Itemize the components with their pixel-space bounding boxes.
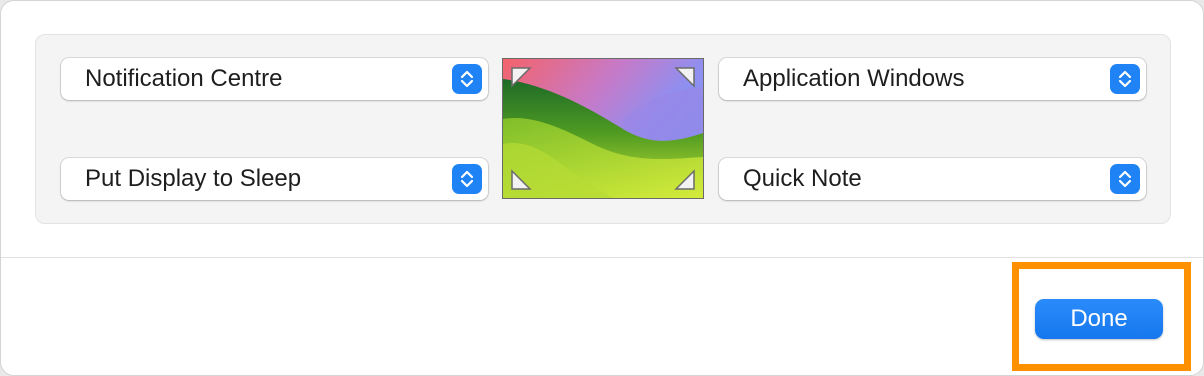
bottom-left-corner-popup[interactable]: Put Display to Sleep	[61, 158, 488, 200]
corner-arrow-icon	[511, 169, 532, 190]
corner-arrow-icon	[674, 67, 695, 88]
hot-corners-sheet: Notification Centre Put Display to Sleep…	[0, 0, 1204, 376]
up-down-chevron-icon	[452, 164, 482, 194]
footer-divider	[1, 257, 1203, 258]
desktop-wallpaper-preview	[502, 58, 704, 199]
top-left-corner-popup[interactable]: Notification Centre	[61, 58, 488, 100]
corner-arrow-icon	[674, 169, 695, 190]
top-left-corner-value: Notification Centre	[85, 65, 283, 92]
up-down-chevron-icon	[452, 64, 482, 94]
up-down-chevron-icon	[1110, 64, 1140, 94]
top-right-corner-value: Application Windows	[743, 65, 965, 92]
top-right-corner-popup[interactable]: Application Windows	[719, 58, 1146, 100]
done-button[interactable]: Done	[1035, 299, 1163, 339]
bottom-right-corner-popup[interactable]: Quick Note	[719, 158, 1146, 200]
up-down-chevron-icon	[1110, 164, 1140, 194]
bottom-left-corner-value: Put Display to Sleep	[85, 165, 302, 192]
bottom-right-corner-value: Quick Note	[743, 165, 862, 192]
corner-arrow-icon	[511, 67, 532, 88]
